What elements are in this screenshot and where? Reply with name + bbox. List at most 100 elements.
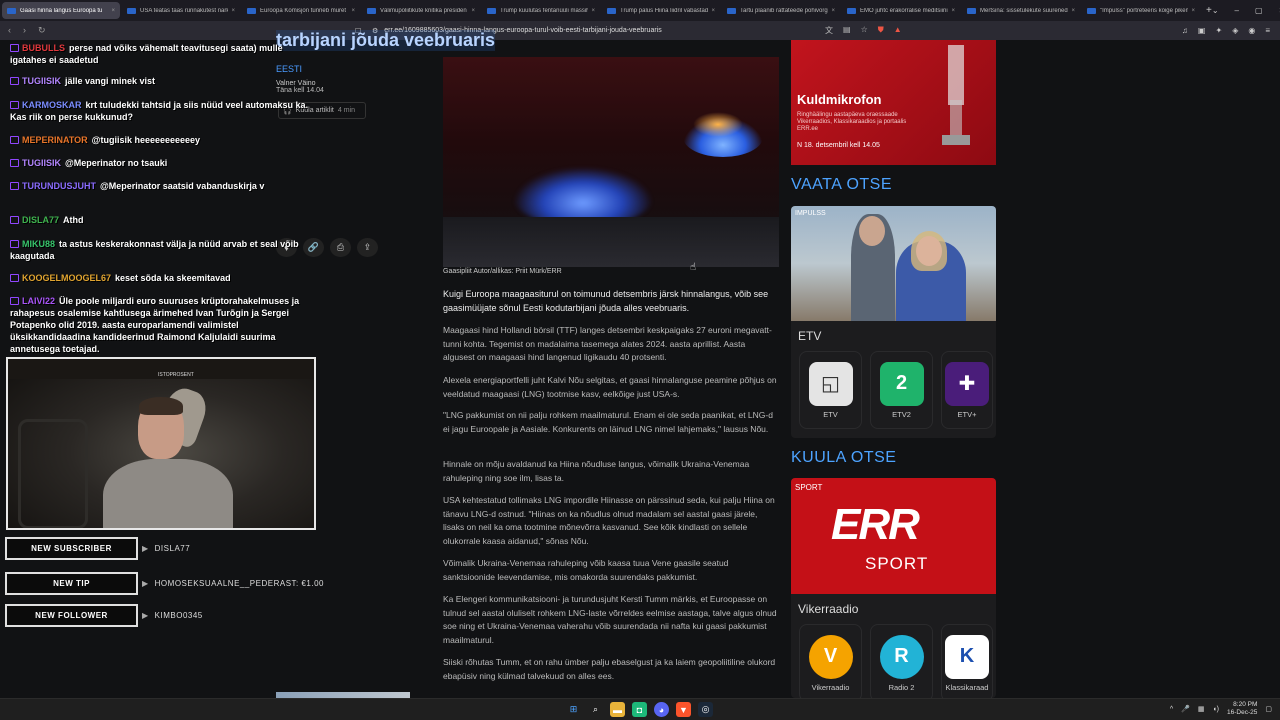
article-paragraph: Maagaasi hind Hollandi börsil (TTF) lang… [443, 325, 772, 362]
channel-etvplus[interactable]: ✚ ETV+ [941, 351, 993, 429]
chat-username[interactable]: TURUNDUSJUHT [22, 181, 96, 191]
channel-label: Klassikaraad [945, 682, 989, 692]
browser-tab[interactable]: "Impulss" portreteeris kõige pikem × [1082, 2, 1200, 19]
steam-icon[interactable]: ◎ [698, 702, 713, 717]
close-tab-icon[interactable]: × [351, 8, 355, 14]
chat-username[interactable]: BUBULLS [22, 43, 65, 53]
stream-alert-value: ▶ DISLA77 [142, 544, 190, 553]
chat-username[interactable]: KARMOSKAR [22, 100, 82, 110]
back-icon[interactable]: ‹ [8, 25, 11, 36]
chat-message: TUGIISIK @Meperinator no tsauki [10, 157, 310, 169]
channel-vikerraadio[interactable]: V Vikerraadio [799, 624, 862, 698]
radio-stream-card: SPORT ERR SPORT Vikerraadio V Vikerraadi… [791, 478, 996, 698]
clock[interactable]: 8:20 PM 16-Dec-25 [1227, 701, 1257, 717]
favicon-icon [607, 7, 616, 14]
profile-icon[interactable]: ◉ [1248, 26, 1255, 35]
stream-alert-label: NEW FOLLOWER [5, 604, 138, 627]
maximize-icon[interactable]: ▢ [1255, 6, 1263, 15]
browser-tab[interactable]: EMO juhtc erakorralise meditsiini × [842, 2, 960, 19]
browser-tab[interactable]: Euroopa Komisjon tunneb muret E × [242, 2, 360, 19]
chat-username[interactable]: TUGIISIK [22, 76, 61, 86]
reload-icon[interactable]: ↻ [38, 25, 46, 36]
channel-etv2[interactable]: 2 ETV2 [870, 351, 933, 429]
chat-username[interactable]: LAIVI22 [22, 296, 55, 306]
share-icon[interactable]: ⇪ [357, 238, 378, 257]
err-sport-banner[interactable]: SPORT ERR SPORT [791, 478, 996, 594]
browser-tab[interactable]: Välimupoliitikute kriitika presiden × [362, 2, 480, 19]
extensions-icon[interactable]: ✦ [1215, 26, 1222, 35]
reader-icon[interactable]: ▤ [843, 25, 851, 36]
chat-message: MIKU88 ta astus keskerakonnast välja ja n… [10, 238, 310, 262]
shield-icon[interactable]: ⛊ [878, 25, 884, 36]
app-icon[interactable]: ◘ [632, 702, 647, 717]
sidebar-icon[interactable]: ▣ [1198, 26, 1206, 35]
browser-tab[interactable]: Mertsina: sissetulekute suurened × [962, 2, 1080, 19]
channel-klassikaraadio[interactable]: K Klassikaraad [941, 624, 993, 698]
channel-radio2[interactable]: R Radio 2 [870, 624, 933, 698]
article-paragraph: Võimalik Ukraina-Venemaa rahuleping võib… [443, 558, 729, 582]
tv-stream-card: IMPULSS ETV ◱ ETV 2 ETV2 ✚ ETV+ [791, 206, 996, 438]
alert-icon[interactable]: ▲ [894, 25, 902, 36]
browser-tab[interactable]: Trump kuulutas fentanüüli massih × [482, 2, 600, 19]
favicon-icon [967, 7, 976, 14]
close-tab-icon[interactable]: × [951, 8, 955, 14]
browser-tab[interactable]: Tartu plaanib rattateede põhivõrgu × [722, 2, 840, 19]
close-tab-icon[interactable]: × [471, 8, 475, 14]
chat-username[interactable]: DISLA77 [22, 215, 59, 225]
chat-message: BUBULLS perse nad võiks vähemalt teavitus… [10, 42, 310, 66]
chat-username[interactable]: TUGIISIK [22, 158, 61, 168]
taskbar-apps: ⊞ ⌕ ▬ ◘ ◕ ▼ ◎ [566, 702, 713, 717]
watch-live-heading: VAATA OTSE [791, 176, 893, 193]
chat-username[interactable]: KOOGELMOOGEL67 [22, 273, 111, 283]
close-tab-icon[interactable]: × [1071, 8, 1075, 14]
play-arrow-icon: ▶ [142, 611, 149, 620]
twitch-badge-icon [10, 216, 19, 224]
toolbar-right: ♫ ▣ ✦ ◈ ◉ ≡ [1182, 26, 1270, 35]
browser-tab[interactable]: Trump palus Hiina liidril vabastada × [602, 2, 720, 19]
discord-icon[interactable]: ◕ [654, 702, 669, 717]
chat-username[interactable]: MEPERINATOR [22, 135, 88, 145]
music-icon[interactable]: ♫ [1182, 26, 1188, 35]
play-arrow-icon: ▶ [142, 544, 149, 553]
streamer-body [103, 459, 233, 528]
close-tab-icon[interactable]: × [591, 8, 595, 14]
volume-icon[interactable]: ◖) [1212, 706, 1219, 713]
translate-icon[interactable]: 文 [825, 25, 833, 36]
close-tab-icon[interactable]: × [231, 8, 235, 14]
minimize-icon[interactable]: – [1235, 6, 1239, 15]
channel-etv[interactable]: ◱ ETV [799, 351, 862, 429]
bookmark-star-icon[interactable]: ☆ [861, 25, 868, 36]
favicon-icon [247, 7, 256, 14]
close-tab-icon[interactable]: × [111, 8, 115, 14]
network-icon[interactable]: ▦ [1198, 705, 1205, 713]
start-icon[interactable]: ⊞ [566, 702, 581, 717]
search-icon[interactable]: ⌕ [588, 702, 603, 717]
brave-icon[interactable]: ▼ [676, 702, 691, 717]
microphone-icon[interactable]: 🎤 [1181, 705, 1190, 713]
browser-tab[interactable]: USA teatas taas rünnakutest narko × [122, 2, 240, 19]
forward-icon[interactable]: › [23, 25, 26, 36]
menu-icon[interactable]: ≡ [1265, 26, 1270, 35]
tab-label: Euroopa Komisjon tunneb muret E [260, 7, 349, 14]
chat-message: TURUNDUSJUHT @Meperinator saatsid vabandu… [10, 180, 310, 192]
browser-tab[interactable]: Gaasi hinna langus Euroopa tu × [2, 2, 120, 19]
close-tab-icon[interactable]: × [711, 8, 715, 14]
streamer [103, 383, 233, 528]
stream-chat-overlay: BUBULLS perse nad võiks vähemalt teavitus… [0, 40, 320, 358]
tab-label: Trump palus Hiina liidril vabastada [620, 7, 709, 14]
kuldmikrofon-promo[interactable]: Kuldmikrofon Ringhäälingu aastapäeva ora… [791, 40, 996, 165]
close-tab-icon[interactable]: × [831, 8, 835, 14]
stove-surface [443, 217, 779, 267]
tab-list-icon[interactable]: ⌄ [1212, 6, 1219, 15]
tray-arrow-icon[interactable]: ^ [1170, 706, 1173, 713]
twitch-badge-icon [10, 159, 19, 167]
close-tab-icon[interactable]: × [1191, 8, 1195, 14]
stream-thumbnail[interactable]: IMPULSS [791, 206, 996, 321]
chat-username[interactable]: MIKU88 [22, 239, 55, 249]
favicon-icon [487, 7, 496, 14]
wallet-icon[interactable]: ◈ [1232, 26, 1238, 35]
file-explorer-icon[interactable]: ▬ [610, 702, 625, 717]
notifications-icon[interactable]: ▢ [1265, 705, 1272, 713]
print-icon[interactable]: ⎙ [330, 238, 351, 257]
chat-message: TUGIISIK jälle vangi minek vist [10, 75, 310, 87]
